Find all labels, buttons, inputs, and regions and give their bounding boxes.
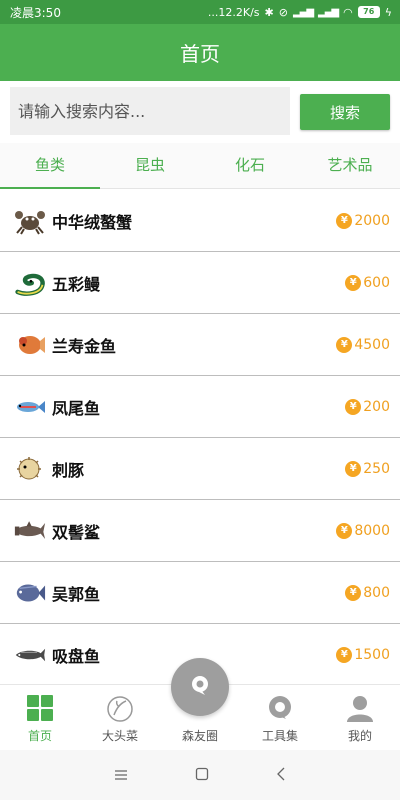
back-icon[interactable] bbox=[276, 766, 286, 785]
price-value: 250 bbox=[363, 460, 390, 477]
grid-icon bbox=[25, 693, 55, 723]
nav-turnip[interactable]: 大头菜 bbox=[80, 685, 160, 750]
turnip-icon bbox=[105, 693, 135, 723]
menu-icon[interactable] bbox=[114, 766, 128, 785]
item-price: ¥ 4500 bbox=[336, 336, 390, 353]
wifi-icon: ◠ bbox=[343, 5, 353, 19]
item-name: 凤尾鱼 bbox=[52, 398, 101, 418]
price-value: 600 bbox=[363, 274, 390, 291]
nav-home[interactable]: 首页 bbox=[0, 685, 80, 750]
item-name: 吴郭鱼 bbox=[52, 584, 101, 604]
price-value: 8000 bbox=[354, 522, 390, 539]
pufferfish-icon bbox=[14, 453, 46, 485]
item-name: 五彩鳗 bbox=[52, 274, 101, 294]
tab-insects[interactable]: 昆虫 bbox=[100, 143, 200, 188]
nav-label: 我的 bbox=[347, 729, 372, 743]
category-tabs: 鱼类 昆虫 化石 艺术品 bbox=[0, 143, 400, 189]
list-item[interactable]: 刺豚 ¥ 250 bbox=[0, 438, 400, 500]
search-row: 搜索 bbox=[0, 81, 400, 143]
item-name: 双髻鲨 bbox=[52, 522, 101, 542]
coin-icon: ¥ bbox=[336, 336, 353, 353]
signal-icon-2: ▂▄▆ bbox=[318, 6, 339, 18]
mute-icon: ⊘ bbox=[278, 5, 288, 19]
nav-label: 森友圈 bbox=[181, 729, 218, 743]
item-list[interactable]: 中华绒螯蟹 ¥ 2000 五彩鳗 ¥ 600 兰寿金鱼 ¥ 4500 凤尾鱼 ¥… bbox=[0, 190, 400, 684]
item-price: ¥ 1500 bbox=[336, 646, 390, 663]
item-price: ¥ 600 bbox=[345, 274, 390, 291]
tab-fish[interactable]: 鱼类 bbox=[0, 143, 100, 189]
hammerhead-icon bbox=[14, 515, 46, 547]
nav-tools[interactable]: 工具集 bbox=[240, 685, 320, 750]
guppy-icon bbox=[14, 391, 46, 423]
status-time: 凌晨3:50 bbox=[10, 5, 61, 20]
tab-fossils[interactable]: 化石 bbox=[200, 143, 300, 188]
list-item[interactable]: 兰寿金鱼 ¥ 4500 bbox=[0, 314, 400, 376]
nav-label: 大头菜 bbox=[101, 729, 138, 743]
item-price: ¥ 2000 bbox=[336, 212, 390, 229]
status-icons: ...12.2K/s ✱ ⊘ ▂▄▆ ▂▄▆ ◠ 76 ϟ bbox=[208, 6, 392, 19]
nav-label: 首页 bbox=[27, 729, 52, 743]
list-item[interactable]: 双髻鲨 ¥ 8000 bbox=[0, 500, 400, 562]
list-item[interactable]: 吴郭鱼 ¥ 800 bbox=[0, 562, 400, 624]
price-value: 200 bbox=[363, 398, 390, 415]
item-price: ¥ 800 bbox=[345, 584, 390, 601]
system-nav-bar bbox=[0, 750, 400, 800]
profile-icon bbox=[345, 693, 375, 723]
tilapia-icon bbox=[14, 577, 46, 609]
item-name: 刺豚 bbox=[52, 460, 85, 480]
chat-bubble-icon bbox=[188, 673, 212, 701]
coin-icon: ¥ bbox=[336, 522, 353, 539]
bluetooth-icon: ✱ bbox=[264, 5, 274, 19]
price-value: 1500 bbox=[354, 646, 390, 663]
app-bar: 首页 bbox=[0, 24, 400, 81]
list-item[interactable]: 凤尾鱼 ¥ 200 bbox=[0, 376, 400, 438]
item-price: ¥ 250 bbox=[345, 460, 390, 477]
page-title: 首页 bbox=[180, 42, 220, 66]
item-name: 兰寿金鱼 bbox=[52, 336, 117, 356]
coin-icon: ¥ bbox=[345, 398, 362, 415]
list-item[interactable]: 五彩鳗 ¥ 600 bbox=[0, 252, 400, 314]
item-price: ¥ 200 bbox=[345, 398, 390, 415]
network-speed: ...12.2K/s bbox=[207, 5, 260, 19]
eel-icon bbox=[14, 267, 46, 299]
item-price: ¥ 8000 bbox=[336, 522, 390, 539]
item-name: 中华绒螯蟹 bbox=[52, 212, 133, 232]
battery-icon: 76 bbox=[357, 6, 380, 18]
item-name: 吸盘鱼 bbox=[52, 646, 101, 666]
coin-icon: ¥ bbox=[345, 460, 362, 477]
coin-icon: ¥ bbox=[345, 584, 362, 601]
search-input[interactable] bbox=[10, 87, 290, 135]
remora-icon bbox=[14, 639, 46, 671]
coin-icon: ¥ bbox=[336, 646, 353, 663]
goldfish-icon bbox=[14, 329, 46, 361]
signal-icon: ▂▄▆ bbox=[292, 6, 314, 18]
tab-art[interactable]: 艺术品 bbox=[300, 143, 400, 188]
price-value: 2000 bbox=[354, 212, 390, 229]
list-item[interactable]: 中华绒螯蟹 ¥ 2000 bbox=[0, 190, 400, 252]
price-value: 4500 bbox=[354, 336, 390, 353]
search-button[interactable]: 搜索 bbox=[300, 94, 390, 130]
friends-fab-button[interactable] bbox=[171, 658, 229, 716]
charging-icon: ϟ bbox=[384, 5, 392, 19]
home-icon[interactable] bbox=[195, 766, 209, 785]
nav-profile[interactable]: 我的 bbox=[320, 685, 400, 750]
crab-icon bbox=[14, 205, 46, 237]
price-value: 800 bbox=[363, 584, 390, 601]
tools-icon bbox=[265, 693, 295, 723]
status-bar: 凌晨3:50 ...12.2K/s ✱ ⊘ ▂▄▆ ▂▄▆ ◠ 76 ϟ bbox=[0, 0, 400, 24]
coin-icon: ¥ bbox=[336, 212, 353, 229]
coin-icon: ¥ bbox=[345, 274, 362, 291]
nav-label: 工具集 bbox=[261, 729, 298, 743]
